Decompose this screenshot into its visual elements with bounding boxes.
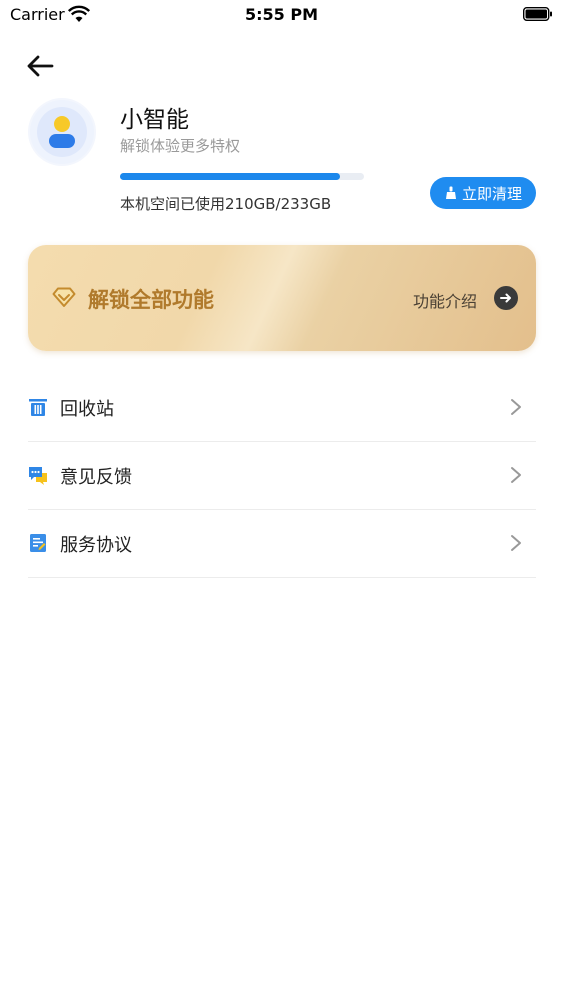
trash-icon — [29, 399, 47, 416]
clean-now-label: 立即清理 — [461, 184, 522, 203]
user-subtitle: 解锁体验更多特权 — [120, 137, 241, 155]
diamond-icon — [52, 287, 76, 307]
clock: 5:55 PM — [244, 5, 318, 24]
chevron-right-icon — [511, 467, 521, 483]
menu-item-service-agreement[interactable]: 服务协议 — [28, 509, 536, 578]
menu-item-label: 服务协议 — [60, 535, 132, 556]
menu-item-label: 意见反馈 — [60, 467, 132, 488]
broom-icon — [445, 186, 456, 199]
chevron-right-icon — [511, 535, 521, 551]
feature-intro-link[interactable]: 功能介绍 — [413, 288, 477, 312]
unlock-title: 解锁全部功能 — [88, 288, 214, 312]
menu-item-label: 回收站 — [60, 399, 114, 420]
avatar[interactable] — [30, 100, 94, 164]
agreement-icon — [30, 534, 46, 552]
storage-progress-fill — [120, 173, 340, 180]
menu-item-feedback[interactable]: 意见反馈 — [28, 441, 536, 510]
clean-now-button[interactable]: 立即清理 — [430, 177, 536, 209]
menu-item-recycle-bin[interactable]: 回收站 — [28, 373, 536, 442]
user-name: 小智能 — [120, 107, 189, 133]
chevron-right-icon — [511, 399, 521, 415]
storage-usage-text: 本机空间已使用210GB/233GB — [120, 195, 332, 213]
back-arrow-icon[interactable] — [24, 52, 56, 80]
avatar-icon — [37, 107, 87, 157]
feedback-icon — [29, 467, 47, 485]
arrow-right-circle-icon[interactable] — [494, 286, 518, 310]
status-bar: Carrier 5:55 PM — [0, 0, 563, 30]
storage-progress-bar — [120, 173, 364, 180]
battery-icon — [523, 7, 552, 21]
